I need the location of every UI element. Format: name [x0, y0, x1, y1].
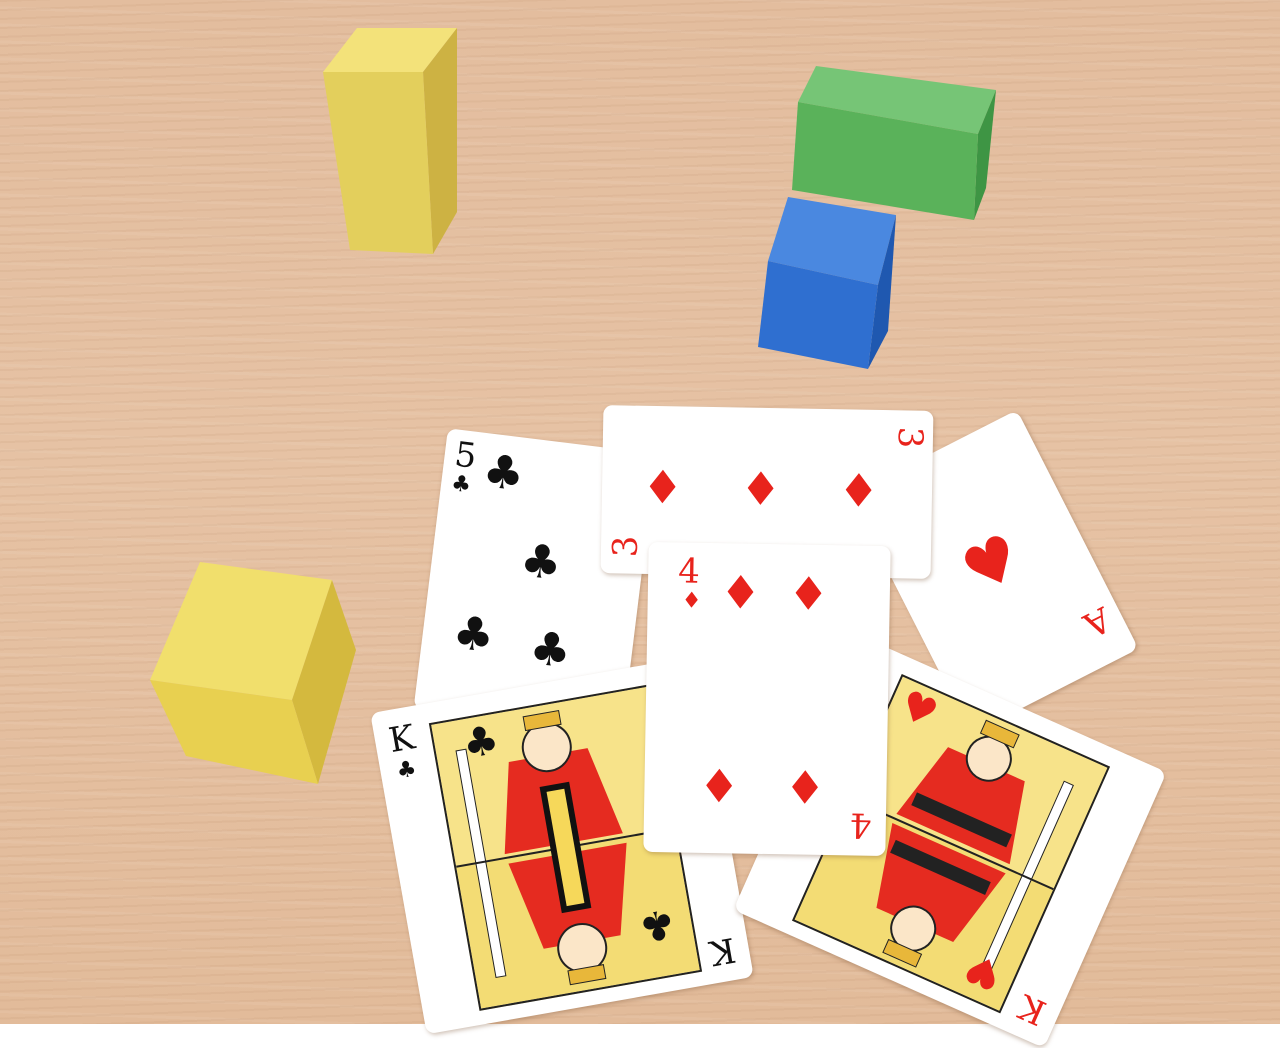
card-suit: ♥	[950, 518, 1034, 609]
card-rank-bottom: K	[1012, 985, 1052, 1033]
card-rank-bottom: K	[706, 928, 739, 973]
diamond-icon: ♦	[719, 565, 762, 620]
club-icon: ♣	[479, 443, 528, 502]
diamond-icon: ♦	[641, 459, 684, 515]
card-rank-bottom: 4	[849, 804, 873, 845]
diamond-icon: ♦	[739, 461, 782, 517]
tall-yellow-block	[323, 28, 457, 254]
card-rank: 4	[677, 551, 701, 592]
card-suit: ♣	[449, 471, 473, 499]
yellow-cube-block	[150, 562, 356, 784]
club-icon: ♣	[449, 604, 498, 664]
card-rank: 5	[452, 434, 479, 477]
card-rank-bottom: 3	[605, 535, 647, 558]
card-suit: ♣	[394, 756, 419, 785]
club-icon: ♣	[526, 620, 575, 679]
card-rank: A	[1077, 598, 1118, 645]
card-suit: ♦	[681, 588, 702, 614]
blue-block	[758, 197, 896, 369]
club-icon: ♣	[517, 532, 565, 591]
table-surface: ♥ A 5 ♣ ♣ ♣ ♣ ♣ 5 3 ♦ ♦ ♦ 3 K ♣	[0, 0, 1280, 1048]
club-icon: ♣	[635, 898, 679, 951]
club-icon: ♣	[459, 716, 503, 769]
card-four-of-diamonds: 4 ♦ ♦ ♦ ♦ ♦ 4	[643, 541, 891, 857]
diamond-icon: ♦	[783, 760, 827, 816]
diamond-icon: ♦	[787, 566, 830, 622]
diamond-icon: ♦	[698, 758, 741, 814]
diamond-icon: ♦	[837, 463, 880, 518]
card-rank: 3	[889, 426, 931, 449]
card-rank: K	[385, 717, 418, 762]
